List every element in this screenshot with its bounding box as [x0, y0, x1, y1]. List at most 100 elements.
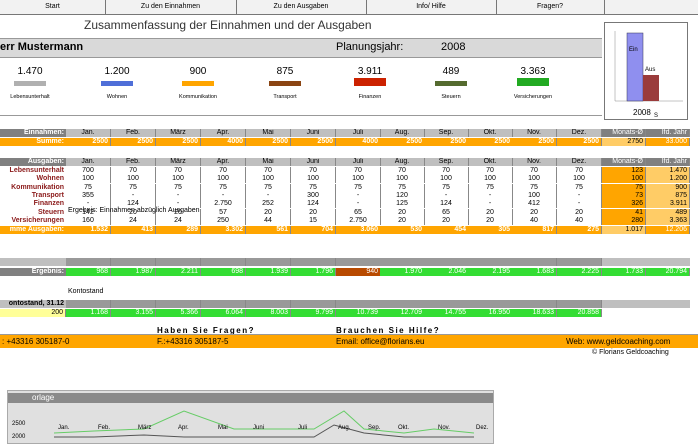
expense-row-5-cell[interactable]: 20: [468, 208, 513, 217]
balance-row-cell: 14.755: [424, 309, 469, 317]
expense-row-4-cell[interactable]: 124: [291, 200, 336, 209]
expense-row-1-cell[interactable]: 100: [424, 175, 469, 184]
expense-row-6-cell[interactable]: 20: [468, 216, 513, 225]
expense-row-3-cell[interactable]: -: [111, 191, 156, 200]
expense-row-0-cell[interactable]: 70: [156, 167, 201, 175]
expense-row-4-cell[interactable]: -: [336, 200, 381, 209]
expense-row-6-cell[interactable]: 24: [156, 216, 201, 225]
expense-row-5-cell[interactable]: 20: [557, 208, 602, 217]
expense-row-6-cell[interactable]: 40: [512, 216, 557, 225]
expense-row-5-cell[interactable]: 20: [380, 208, 425, 217]
balance-header-row-cell: [201, 300, 246, 308]
expense-row-0-cell[interactable]: 70: [512, 167, 557, 175]
expense-row-0-label: Lebensunterhalt: [9, 167, 64, 174]
expense-row-5-cell[interactable]: 20: [291, 208, 336, 217]
result-row-cell: 1.987: [111, 268, 156, 276]
expense-row-6-cell[interactable]: 20: [424, 216, 469, 225]
expense-row-0-cell[interactable]: 70: [246, 167, 291, 175]
expense-row-1-cell[interactable]: 100: [246, 175, 291, 184]
expense-row-2-cell[interactable]: 75: [380, 183, 425, 192]
expense-row-4-cell[interactable]: 124: [424, 200, 469, 209]
result-row-cell: 2.046: [424, 268, 469, 276]
expense-row-0-cell[interactable]: 70: [424, 167, 469, 175]
balance-forecast-chart: orlage 2500 2000 Jan. Feb. März Apr. Mai Juni…: [7, 390, 494, 444]
expense-row-1-cell[interactable]: 100: [380, 175, 425, 184]
expense-row-1-cell[interactable]: 100: [111, 175, 156, 184]
expense-row-4-cell[interactable]: 2.750: [201, 200, 246, 209]
expense-row-3-cell[interactable]: 120: [380, 191, 425, 200]
expense-row-0-cell[interactable]: 70: [291, 167, 336, 175]
expense-row-0-cell[interactable]: 70: [111, 167, 156, 175]
expense-row-6-cell[interactable]: 40: [557, 216, 602, 225]
income-sum-row-cell: 2500: [291, 138, 336, 146]
expense-row-4-cell[interactable]: -: [468, 200, 513, 209]
expense-row-1-cell[interactable]: 100: [156, 175, 201, 184]
expense-row-4-cell[interactable]: 412: [512, 200, 557, 209]
expense-row-6-cell[interactable]: 250: [201, 216, 246, 225]
balance-start-value[interactable]: 200: [0, 309, 66, 317]
expense-row-0-cell[interactable]: 70: [201, 167, 246, 175]
balance-header-row-cell: [468, 300, 513, 308]
expense-row-5-cell[interactable]: 65: [336, 208, 381, 217]
expense-row-2-cell[interactable]: 75: [468, 183, 513, 192]
expense-header-row-cell: Juli: [336, 158, 381, 166]
email-link[interactable]: Email: office@florians.eu: [336, 337, 424, 346]
expense-row-6-cell[interactable]: 2.750: [336, 216, 381, 225]
result-row-cell: 1.939: [246, 268, 291, 276]
expense-row-4-cell[interactable]: 252: [246, 200, 291, 209]
expense-row-2-cell[interactable]: 75: [557, 183, 602, 192]
expense-row-1-cell[interactable]: 100: [336, 175, 381, 184]
expense-row-2-cell[interactable]: 75: [246, 183, 291, 192]
expense-row-0-cell[interactable]: 70: [380, 167, 425, 175]
expense-row-2-cell[interactable]: 75: [424, 183, 469, 192]
expense-row-1-cell[interactable]: 100: [557, 175, 602, 184]
web-link[interactable]: Web: www.geldcoaching.com: [566, 337, 670, 346]
expense-row-0-cell[interactable]: 70: [468, 167, 513, 175]
expense-row-5-cell[interactable]: 20: [246, 208, 291, 217]
expense-row-1-cell[interactable]: 100: [468, 175, 513, 184]
expense-row-3-cell[interactable]: -: [246, 191, 291, 200]
expense-row-6-cell[interactable]: 15: [291, 216, 336, 225]
expense-row-3-cell[interactable]: 355: [66, 191, 111, 200]
income-header-row-cell: Apr.: [201, 129, 246, 137]
expense-row-6-cell[interactable]: 20: [380, 216, 425, 225]
expense-row-3-cell[interactable]: -: [557, 191, 602, 200]
fax-text: F.:+43316 305187-5: [157, 337, 229, 346]
expense-row-0-cell[interactable]: 70: [336, 167, 381, 175]
balance-row-cell: 3.155: [111, 309, 156, 317]
expense-row-3-cell[interactable]: -: [468, 191, 513, 200]
expense-row-5-cell[interactable]: 57: [201, 208, 246, 217]
expense-row-3-cell[interactable]: 100: [512, 191, 557, 200]
expense-row-2-cell[interactable]: 75: [111, 183, 156, 192]
expense-row-2-cell[interactable]: 75: [66, 183, 111, 192]
expense-row-2-cell[interactable]: 75: [201, 183, 246, 192]
income-sum-row-cell: 2500: [111, 138, 156, 146]
expense-row-2-cell[interactable]: 75: [336, 183, 381, 192]
expense-row-3-cell[interactable]: -: [156, 191, 201, 200]
expense-row-3-cell[interactable]: -: [424, 191, 469, 200]
expense-row-2-cell[interactable]: 75: [291, 183, 336, 192]
expense-row-1-cell[interactable]: 100: [291, 175, 336, 184]
expense-row-6-cell[interactable]: 24: [111, 216, 156, 225]
expense-row-0-cell[interactable]: 70: [557, 167, 602, 175]
expense-row-5-cell[interactable]: 65: [424, 208, 469, 217]
expense-row-3-cell[interactable]: 300: [291, 191, 336, 200]
result-header-row-cell: [291, 258, 336, 266]
expense-row-0-cell[interactable]: 700: [66, 167, 111, 175]
expense-row-5-cell[interactable]: 20: [512, 208, 557, 217]
balance-header-row-cell: [380, 300, 425, 308]
expense-row-3-cell[interactable]: -: [201, 191, 246, 200]
expense-row-6-cell[interactable]: 44: [246, 216, 291, 225]
result-row-year: 20.794: [646, 268, 690, 276]
expense-row-3-cell[interactable]: -: [336, 191, 381, 200]
expense-row-2-cell[interactable]: 75: [156, 183, 201, 192]
expense-row-2-cell[interactable]: 75: [512, 183, 557, 192]
expense-row-1-cell[interactable]: 100: [201, 175, 246, 184]
expense-row-6-cell[interactable]: 160: [66, 216, 111, 225]
result-header-row-cell: [66, 258, 111, 266]
expense-row-1-cell[interactable]: 100: [66, 175, 111, 184]
expense-row-4-cell[interactable]: -: [557, 200, 602, 209]
expense-row-1-cell[interactable]: 100: [512, 175, 557, 184]
expense-header-row-label: Ausgaben:: [0, 158, 66, 166]
expense-row-4-cell[interactable]: 125: [380, 200, 425, 209]
